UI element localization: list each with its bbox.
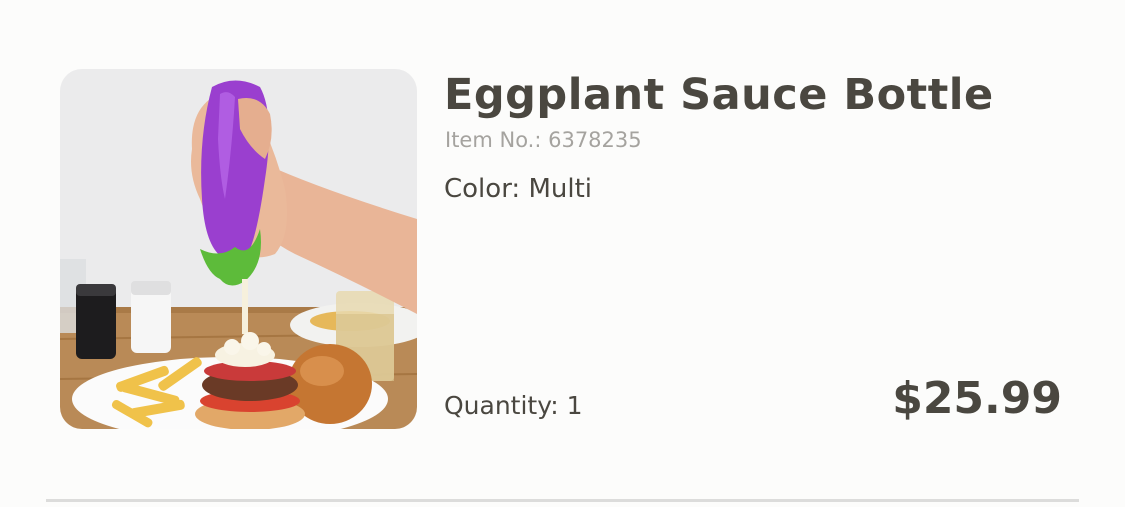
- product-price: $25.99: [892, 373, 1062, 424]
- item-number: Item No.: 6378235: [445, 128, 642, 152]
- cart-item: Eggplant Sauce Bottle Item No.: 6378235 …: [0, 0, 1125, 507]
- product-title[interactable]: Eggplant Sauce Bottle: [444, 70, 994, 120]
- product-image[interactable]: [60, 69, 417, 429]
- product-quantity: Quantity: 1: [444, 391, 583, 420]
- product-color: Color: Multi: [444, 174, 593, 204]
- divider: [46, 499, 1079, 502]
